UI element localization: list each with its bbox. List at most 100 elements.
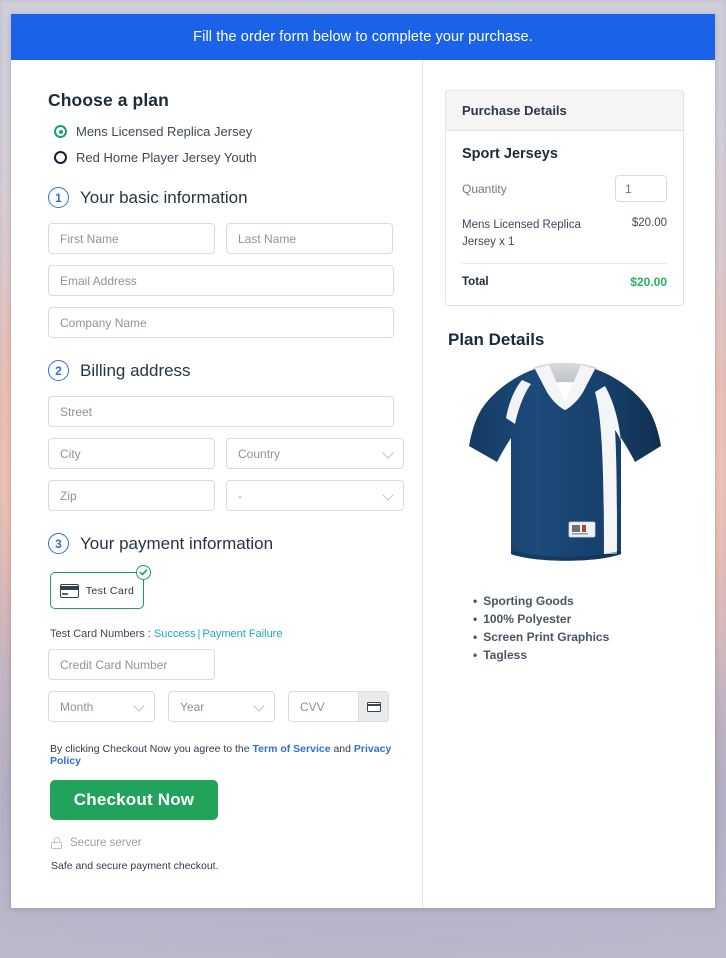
chevron-down-icon bbox=[382, 446, 394, 459]
city-country-row: City Country bbox=[48, 438, 404, 469]
feature-label: Screen Print Graphics bbox=[483, 629, 610, 644]
name-field-row: First Name Last Name bbox=[48, 223, 394, 254]
city-input[interactable]: City bbox=[48, 438, 215, 469]
chevron-down-icon bbox=[382, 488, 394, 501]
credit-card-row: Credit Card Number bbox=[48, 649, 394, 680]
radio-icon-unselected[interactable] bbox=[54, 151, 67, 164]
purchase-details-panel: Purchase Details Sport Jerseys Quantity … bbox=[445, 90, 684, 307]
jersey-illustration bbox=[468, 363, 661, 562]
chevron-down-icon bbox=[133, 699, 145, 712]
terms-conjunction: and bbox=[333, 743, 351, 755]
bullet-icon: • bbox=[473, 612, 478, 627]
step-basic-information: 1 Your basic information bbox=[48, 187, 394, 208]
total-value: $20.00 bbox=[630, 275, 667, 290]
line-item-name: Mens Licensed Replica Jersey x 1 bbox=[462, 219, 581, 248]
line-item-row: Mens Licensed Replica Jersey x 1 $20.00 bbox=[462, 217, 667, 250]
feature-label: Sporting Goods bbox=[483, 594, 574, 609]
state-select[interactable]: - bbox=[226, 480, 404, 511]
step-title: Your payment information bbox=[80, 533, 274, 553]
choose-plan-title: Choose a plan bbox=[48, 90, 169, 110]
step-number-badge: 3 bbox=[48, 533, 69, 554]
purchase-details-body: Sport Jerseys Quantity 1 Mens Licensed R… bbox=[446, 131, 683, 305]
quantity-input[interactable]: 1 bbox=[615, 175, 667, 202]
payment-failure-test-card-link[interactable]: Payment Failure bbox=[202, 628, 282, 640]
company-name-input[interactable]: Company Name bbox=[48, 307, 394, 338]
bullet-icon: • bbox=[473, 647, 478, 662]
step-title: Your basic information bbox=[80, 187, 248, 207]
step-title: Billing address bbox=[80, 360, 191, 380]
test-card-label: Test Card bbox=[85, 584, 135, 597]
product-title: Sport Jerseys bbox=[462, 146, 558, 162]
feature-label: 100% Polyester bbox=[483, 612, 572, 627]
safe-checkout-note: Safe and secure payment checkout. bbox=[51, 860, 219, 872]
bullet-icon: • bbox=[473, 594, 478, 609]
step-number-badge: 1 bbox=[48, 187, 69, 208]
test-card-numbers-label: Test Card Numbers : bbox=[50, 628, 151, 640]
street-field-row: Street bbox=[48, 396, 394, 427]
summary-column: Purchase Details Sport Jerseys Quantity … bbox=[423, 60, 715, 908]
last-name-input[interactable]: Last Name bbox=[226, 223, 393, 254]
expiry-year-select[interactable]: Year bbox=[168, 691, 275, 722]
payment-method-test-card[interactable]: Test Card bbox=[50, 565, 151, 609]
expiry-month-value: Month bbox=[60, 699, 94, 714]
panel-separator bbox=[462, 263, 667, 265]
line-item-price: $20.00 bbox=[631, 217, 667, 229]
total-row: Total $20.00 bbox=[462, 275, 667, 289]
success-test-card-link[interactable]: Success bbox=[154, 628, 196, 640]
cvv-group: CVV bbox=[288, 691, 389, 722]
plan-details-title: Plan Details bbox=[448, 330, 545, 350]
link-separator: | bbox=[197, 628, 201, 640]
terms-agreement-text: By clicking Checkout Now you agree to th… bbox=[50, 743, 394, 767]
terms-prefix: By clicking Checkout Now you agree to th… bbox=[50, 743, 250, 755]
step-billing-address: 2 Billing address bbox=[48, 360, 394, 381]
cvv-help-button[interactable] bbox=[358, 691, 389, 722]
plan-features-list: • Sporting Goods • 100% Polyester • Screen … bbox=[473, 593, 684, 664]
total-label: Total bbox=[462, 276, 489, 289]
email-input[interactable]: Email Address bbox=[48, 265, 394, 296]
quantity-row: Quantity 1 bbox=[462, 175, 667, 202]
secure-server-label: Secure server bbox=[70, 837, 142, 849]
radio-icon-selected[interactable] bbox=[54, 125, 67, 138]
feature-label: Tagless bbox=[483, 647, 528, 662]
test-card-tile[interactable]: Test Card bbox=[50, 572, 144, 609]
step-number-badge: 2 bbox=[48, 360, 69, 381]
zip-state-row: Zip - bbox=[48, 480, 404, 511]
checkout-card: Fill the order form below to complete yo… bbox=[11, 14, 715, 908]
step-payment-information: 3 Your payment information bbox=[48, 533, 394, 554]
order-form-column: Choose a plan Mens Licensed Replica Jers… bbox=[11, 60, 422, 908]
chevron-down-icon bbox=[253, 699, 265, 712]
card-body: Choose a plan Mens Licensed Replica Jers… bbox=[11, 60, 715, 908]
credit-card-icon bbox=[59, 583, 79, 598]
page-banner: Fill the order form below to complete yo… bbox=[11, 14, 715, 60]
list-item: • Tagless bbox=[473, 647, 684, 665]
country-select[interactable]: Country bbox=[226, 438, 404, 469]
expiry-cvv-row: Month Year CVV bbox=[48, 691, 394, 722]
email-field-row: Email Address bbox=[48, 265, 394, 296]
check-circle-icon bbox=[136, 565, 151, 580]
bullet-icon: • bbox=[473, 629, 478, 644]
credit-card-number-input[interactable]: Credit Card Number bbox=[48, 649, 215, 680]
quantity-label: Quantity bbox=[462, 181, 507, 196]
jersey-image bbox=[445, 358, 684, 580]
plan-option-mens-licensed-replica-jersey[interactable]: Mens Licensed Replica Jersey bbox=[54, 124, 394, 139]
list-item: • Screen Print Graphics bbox=[473, 629, 684, 647]
credit-card-icon bbox=[366, 701, 381, 712]
cvv-input[interactable]: CVV bbox=[288, 691, 358, 722]
list-item: • 100% Polyester bbox=[473, 611, 684, 629]
plan-option-label: Red Home Player Jersey Youth bbox=[76, 150, 257, 165]
lock-icon bbox=[51, 837, 62, 849]
company-field-row: Company Name bbox=[48, 307, 394, 338]
country-select-value: Country bbox=[238, 446, 281, 461]
plan-option-label: Mens Licensed Replica Jersey bbox=[76, 124, 253, 139]
term-of-service-link[interactable]: Term of Service bbox=[253, 743, 331, 755]
zip-input[interactable]: Zip bbox=[48, 480, 215, 511]
plan-option-red-home-player-jersey-youth[interactable]: Red Home Player Jersey Youth bbox=[54, 150, 394, 165]
test-card-numbers-line: Test Card Numbers : Success | Payment Fail… bbox=[50, 628, 394, 640]
expiry-year-value: Year bbox=[180, 699, 205, 714]
list-item: • Sporting Goods bbox=[473, 593, 684, 611]
checkout-now-button[interactable]: Checkout Now bbox=[50, 780, 218, 820]
street-input[interactable]: Street bbox=[48, 396, 394, 427]
first-name-input[interactable]: First Name bbox=[48, 223, 215, 254]
expiry-month-select[interactable]: Month bbox=[48, 691, 155, 722]
secure-server-row: Secure server bbox=[51, 837, 394, 849]
